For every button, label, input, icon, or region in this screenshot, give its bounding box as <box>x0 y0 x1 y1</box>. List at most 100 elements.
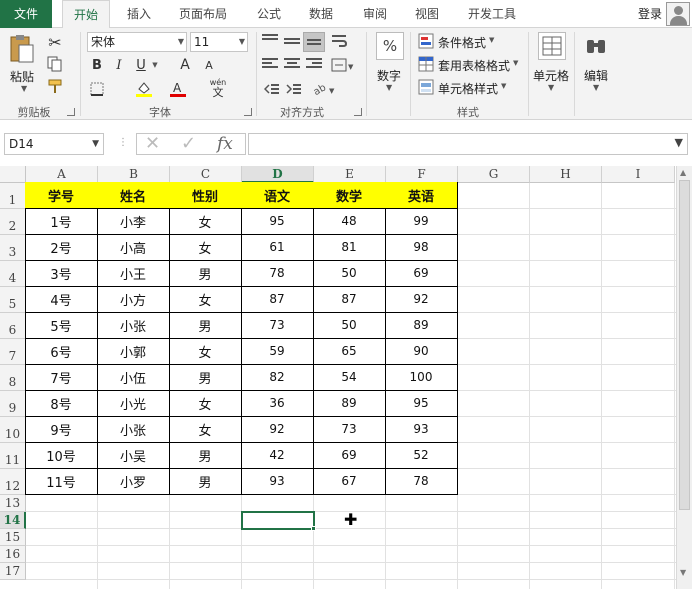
align-bottom-button[interactable] <box>303 32 325 52</box>
table-cell[interactable]: 54 <box>313 364 386 391</box>
editing-dropdown-icon[interactable]: ▼ <box>593 83 599 92</box>
cells-icon[interactable] <box>538 32 566 60</box>
copy-icon[interactable] <box>44 54 66 74</box>
column-header-b[interactable]: B <box>98 166 170 183</box>
wrap-text-icon[interactable] <box>330 32 348 50</box>
align-center-icon[interactable] <box>284 58 300 72</box>
chevron-down-icon[interactable]: ▼ <box>501 82 506 90</box>
table-cell[interactable]: 99 <box>385 208 458 235</box>
underline-button[interactable]: U <box>132 56 150 74</box>
table-cell[interactable]: 女 <box>169 416 242 443</box>
confirm-icon[interactable]: ✓ <box>181 134 196 154</box>
formula-input[interactable]: ▼ <box>248 133 688 155</box>
align-top-icon[interactable] <box>262 34 278 48</box>
table-cell[interactable]: 81 <box>313 234 386 261</box>
table-cell[interactable]: 92 <box>241 416 314 443</box>
tab-view[interactable]: 视图 <box>404 0 450 28</box>
table-cell[interactable]: 100 <box>385 364 458 391</box>
editing-button[interactable]: 编辑 <box>584 67 608 84</box>
scroll-up-icon[interactable]: ▲ <box>680 168 686 177</box>
alignment-launcher-icon[interactable] <box>354 108 362 116</box>
phonetic-guide-button[interactable]: wén 文 <box>206 76 230 100</box>
row-header-7[interactable]: 7 <box>0 339 26 365</box>
number-format-icon[interactable]: % <box>376 32 404 60</box>
row-header-9[interactable]: 9 <box>0 391 26 417</box>
table-cell[interactable]: 女 <box>169 390 242 417</box>
table-cell[interactable]: 女 <box>169 338 242 365</box>
table-cell[interactable]: 女 <box>169 208 242 235</box>
table-cell[interactable]: 93 <box>241 468 314 495</box>
table-cell[interactable]: 89 <box>385 312 458 339</box>
orientation-icon[interactable]: ab ▼ <box>312 80 338 98</box>
format-as-table-button[interactable]: 套用表格格式 <box>438 57 510 74</box>
row-header-8[interactable]: 8 <box>0 365 26 391</box>
worksheet-grid[interactable]: ABCDEFGHI 1 2 3 4 5 6 7 8 9 10 11 12 13 14 15 16 17 学号 姓名… <box>0 166 692 589</box>
table-cell[interactable]: 95 <box>241 208 314 235</box>
login-link[interactable]: 登录 <box>638 0 662 28</box>
table-cell[interactable]: 小罗 <box>97 468 170 495</box>
cells-button[interactable]: 单元格 <box>533 67 569 84</box>
table-cell[interactable]: 8号 <box>25 390 98 417</box>
tab-formulas[interactable]: 公式 <box>246 0 292 28</box>
name-box[interactable]: D14 ▼ <box>4 133 104 155</box>
table-cell[interactable]: 50 <box>313 312 386 339</box>
insert-function-icon[interactable]: fx <box>217 134 233 154</box>
table-cell[interactable]: 42 <box>241 442 314 469</box>
column-header-c[interactable]: C <box>170 166 242 183</box>
table-cell[interactable]: 女 <box>169 286 242 313</box>
cancel-icon[interactable]: ✕ <box>145 134 160 154</box>
table-header-cell[interactable]: 学号 <box>25 182 98 209</box>
row-header-11[interactable]: 11 <box>0 443 26 469</box>
table-cell[interactable]: 90 <box>385 338 458 365</box>
align-middle-icon[interactable] <box>284 38 300 52</box>
row-header-15[interactable]: 15 <box>0 529 26 546</box>
table-cell[interactable]: 小张 <box>97 312 170 339</box>
table-cell[interactable]: 3号 <box>25 260 98 287</box>
row-header-14[interactable]: 14 <box>0 512 26 529</box>
chevron-down-icon[interactable]: ▼ <box>489 36 494 44</box>
table-cell[interactable]: 1号 <box>25 208 98 235</box>
paste-icon[interactable] <box>8 34 36 64</box>
grow-font-button[interactable]: A <box>176 56 194 74</box>
table-cell[interactable]: 82 <box>241 364 314 391</box>
table-cell[interactable]: 87 <box>313 286 386 313</box>
align-left-icon[interactable] <box>262 58 278 72</box>
table-cell[interactable]: 73 <box>313 416 386 443</box>
column-header-e[interactable]: E <box>314 166 386 183</box>
paste-button[interactable]: 粘贴 <box>10 68 34 85</box>
table-cell[interactable]: 小高 <box>97 234 170 261</box>
table-cell[interactable]: 9号 <box>25 416 98 443</box>
cell-styles-icon[interactable] <box>418 79 434 95</box>
align-right-icon[interactable] <box>306 58 322 72</box>
column-header-d[interactable]: D <box>242 166 314 183</box>
table-cell[interactable]: 7号 <box>25 364 98 391</box>
table-cell[interactable]: 78 <box>385 468 458 495</box>
italic-button[interactable]: I <box>110 56 128 74</box>
tab-review[interactable]: 审阅 <box>352 0 398 28</box>
table-cell[interactable]: 78 <box>241 260 314 287</box>
scroll-down-icon[interactable]: ▼ <box>680 568 686 577</box>
column-header-h[interactable]: H <box>530 166 602 183</box>
table-cell[interactable]: 93 <box>385 416 458 443</box>
increase-indent-icon[interactable] <box>284 80 304 98</box>
merge-center-icon[interactable]: ▼ <box>330 56 356 74</box>
binoculars-icon[interactable] <box>582 32 610 60</box>
table-cell[interactable]: 73 <box>241 312 314 339</box>
table-cell[interactable]: 小方 <box>97 286 170 313</box>
tab-page-layout[interactable]: 页面布局 <box>170 0 236 28</box>
table-cell[interactable]: 61 <box>241 234 314 261</box>
format-as-table-icon[interactable] <box>418 56 434 72</box>
font-size-select[interactable]: 11 ▼ <box>190 32 248 52</box>
table-header-cell[interactable]: 数学 <box>313 182 386 209</box>
table-cell[interactable]: 59 <box>241 338 314 365</box>
font-family-select[interactable]: 宋体 ▼ <box>87 32 187 52</box>
paste-dropdown-icon[interactable]: ▼ <box>21 84 27 93</box>
table-cell[interactable]: 小郭 <box>97 338 170 365</box>
user-avatar-icon[interactable] <box>666 2 690 26</box>
cut-icon[interactable]: ✂ <box>44 32 66 52</box>
table-cell[interactable]: 48 <box>313 208 386 235</box>
table-cell[interactable]: 50 <box>313 260 386 287</box>
row-header-12[interactable]: 12 <box>0 469 26 495</box>
row-header-10[interactable]: 10 <box>0 417 26 443</box>
chevron-down-icon[interactable]: ▼ <box>513 59 518 67</box>
